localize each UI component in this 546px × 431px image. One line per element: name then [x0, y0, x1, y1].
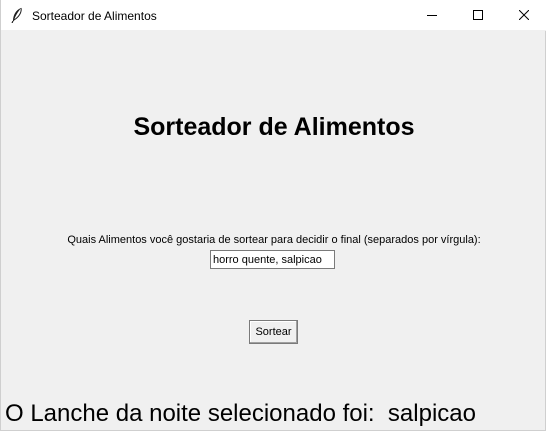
maximize-icon: [473, 10, 483, 20]
minimize-button[interactable]: [409, 0, 455, 31]
food-prompt-label: Quais Alimentos você gostaria de sortear…: [67, 234, 481, 246]
result-label: O Lanche da noite selecionado foi: salpi…: [5, 400, 476, 427]
page-heading: Sorteador de Alimentos: [133, 113, 415, 141]
window-title: Sorteador de Alimentos: [32, 9, 157, 23]
feather-icon: [10, 7, 24, 24]
maximize-button[interactable]: [455, 0, 501, 31]
minimize-icon: [427, 15, 437, 16]
close-button[interactable]: [501, 0, 546, 31]
title-bar[interactable]: Sorteador de Alimentos: [1, 0, 546, 31]
close-icon: [519, 10, 529, 20]
draw-button[interactable]: Sortear: [249, 320, 298, 344]
food-list-input[interactable]: [210, 250, 335, 269]
app-window: Sorteador de Alimentos Sorteador de Alim…: [0, 0, 546, 431]
